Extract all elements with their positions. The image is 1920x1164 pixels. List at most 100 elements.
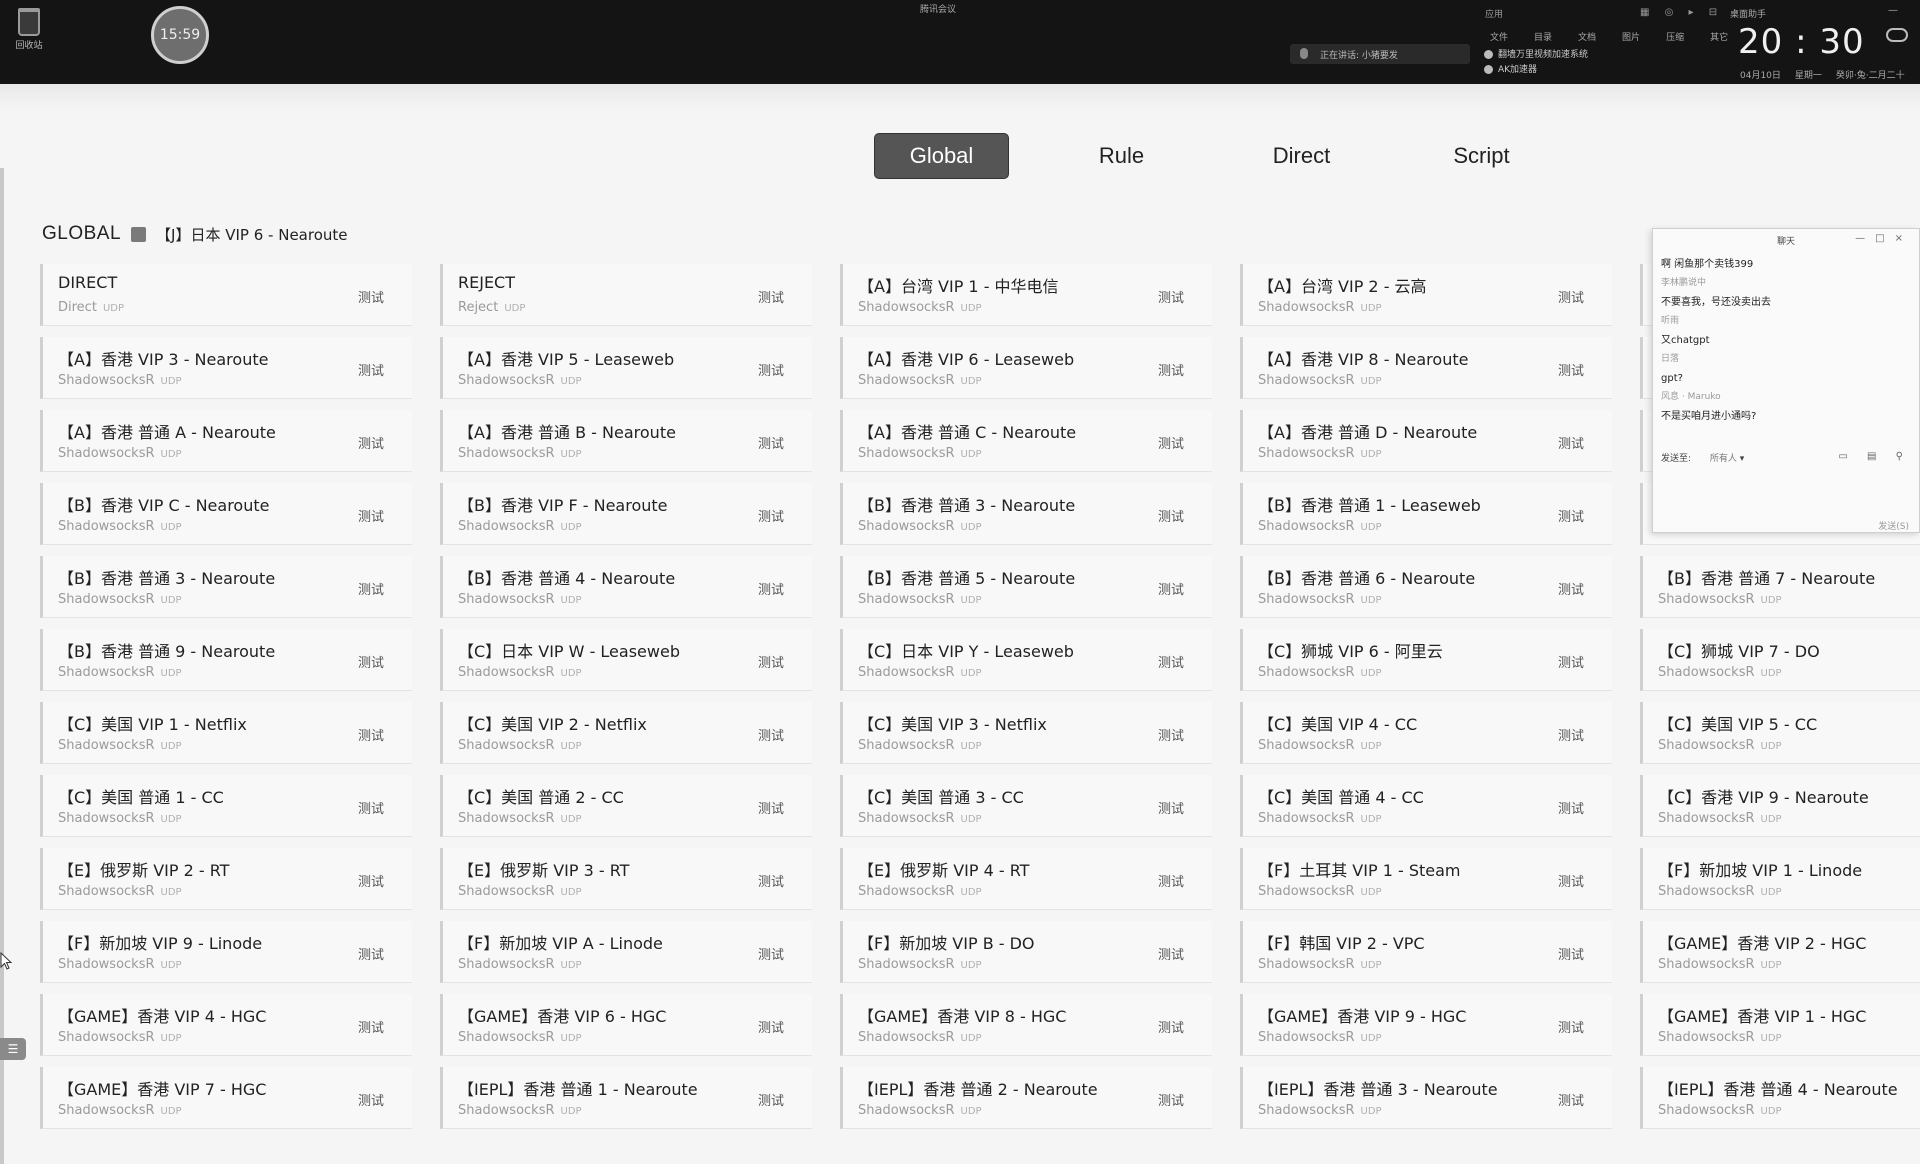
latency-test-button[interactable]: 测试 <box>1558 1017 1584 1036</box>
proxy-card[interactable]: 【A】香港 VIP 8 - Nearoute ShadowsocksR UDP 测试 <box>1240 337 1612 399</box>
latency-test-button[interactable]: 测试 <box>1158 944 1184 963</box>
proxy-card[interactable]: 【GAME】香港 VIP 7 - HGC ShadowsocksR UDP 测试 <box>40 1067 412 1129</box>
latency-test-button[interactable]: 测试 <box>1558 433 1584 452</box>
category-files[interactable]: 文件 <box>1490 30 1508 43</box>
latency-test-button[interactable]: 测试 <box>1158 360 1184 379</box>
latency-test-button[interactable]: 测试 <box>1158 871 1184 890</box>
proxy-card[interactable]: 【A】香港 VIP 3 - Nearoute ShadowsocksR UDP 测试 <box>40 337 412 399</box>
latency-test-button[interactable]: 测试 <box>1158 652 1184 671</box>
chat-tool-icons[interactable]: ▭ ▤ ⚲ <box>1838 451 1911 462</box>
proxy-card[interactable]: REJECT Reject UDP 测试 <box>440 264 812 326</box>
latency-test-button[interactable]: 测试 <box>358 652 384 671</box>
proxy-card[interactable]: 【B】香港 普通 3 - Nearoute ShadowsocksR UDP 测试 <box>40 556 412 618</box>
proxy-card[interactable]: 【GAME】香港 VIP 2 - HGC ShadowsocksR UDP <box>1640 921 1920 983</box>
latency-test-button[interactable]: 测试 <box>358 287 384 306</box>
latency-test-button[interactable]: 测试 <box>358 725 384 744</box>
latency-test-button[interactable]: 测试 <box>1558 871 1584 890</box>
latency-test-button[interactable]: 测试 <box>758 506 784 525</box>
tab-direct[interactable]: Direct <box>1234 133 1369 179</box>
latency-test-button[interactable]: 测试 <box>1158 433 1184 452</box>
proxy-card[interactable]: 【B】香港 普通 9 - Nearoute ShadowsocksR UDP 测试 <box>40 629 412 691</box>
proxy-card[interactable]: 【A】香港 普通 C - Nearoute ShadowsocksR UDP 测试 <box>840 410 1212 472</box>
latency-test-button[interactable]: 测试 <box>758 944 784 963</box>
latency-test-button[interactable]: 测试 <box>1558 944 1584 963</box>
proxy-card[interactable]: 【A】香港 VIP 5 - Leaseweb ShadowsocksR UDP 测试 <box>440 337 812 399</box>
proxy-card[interactable]: 【F】新加坡 VIP 1 - Linode ShadowsocksR UDP <box>1640 848 1920 910</box>
chat-window-controls[interactable]: —□× <box>1855 233 1913 244</box>
proxy-card[interactable]: 【E】俄罗斯 VIP 3 - RT ShadowsocksR UDP 测试 <box>440 848 812 910</box>
proxy-card[interactable]: 【A】香港 普通 D - Nearoute ShadowsocksR UDP 测试 <box>1240 410 1612 472</box>
category-documents[interactable]: 文档 <box>1578 30 1596 43</box>
latency-test-button[interactable]: 测试 <box>358 579 384 598</box>
latency-test-button[interactable]: 测试 <box>1558 579 1584 598</box>
proxy-card[interactable]: 【B】香港 VIP F - Nearoute ShadowsocksR UDP 测试 <box>440 483 812 545</box>
proxy-card[interactable]: 【GAME】香港 VIP 6 - HGC ShadowsocksR UDP 测试 <box>440 994 812 1056</box>
latency-test-button[interactable]: 测试 <box>1558 798 1584 817</box>
latency-test-button[interactable]: 测试 <box>1158 1017 1184 1036</box>
latency-test-button[interactable]: 测试 <box>358 433 384 452</box>
latency-test-button[interactable]: 测试 <box>758 360 784 379</box>
latency-test-button[interactable]: 测试 <box>758 652 784 671</box>
proxy-card[interactable]: 【B】香港 普通 1 - Leaseweb ShadowsocksR UDP 测试 <box>1240 483 1612 545</box>
latency-test-button[interactable]: 测试 <box>758 1017 784 1036</box>
latency-test-button[interactable]: 测试 <box>758 725 784 744</box>
latency-test-button[interactable]: 测试 <box>1558 287 1584 306</box>
proxy-card[interactable]: 【GAME】香港 VIP 4 - HGC ShadowsocksR UDP 测试 <box>40 994 412 1056</box>
latency-test-button[interactable]: 测试 <box>358 798 384 817</box>
proxy-card[interactable]: 【IEPL】香港 普通 2 - Nearoute ShadowsocksR UDP 测… <box>840 1067 1212 1129</box>
proxy-card[interactable]: 【A】台湾 VIP 1 - 中华电信 ShadowsocksR UDP 测试 <box>840 264 1212 326</box>
proxy-card[interactable]: 【F】新加坡 VIP B - DO ShadowsocksR UDP 测试 <box>840 921 1212 983</box>
proxy-card[interactable]: DIRECT Direct UDP 测试 <box>40 264 412 326</box>
latency-test-button[interactable]: 测试 <box>758 1090 784 1109</box>
latency-test-button[interactable]: 测试 <box>1558 1090 1584 1109</box>
latency-test-button[interactable]: 测试 <box>1558 360 1584 379</box>
proxy-card[interactable]: 【GAME】香港 VIP 1 - HGC ShadowsocksR UDP <box>1640 994 1920 1056</box>
proxy-card[interactable]: 【IEPL】香港 普通 1 - Nearoute ShadowsocksR UDP 测… <box>440 1067 812 1129</box>
proxy-card[interactable]: 【C】狮城 VIP 6 - 阿里云 ShadowsocksR UDP 测试 <box>1240 629 1612 691</box>
proxy-card[interactable]: 【B】香港 VIP C - Nearoute ShadowsocksR UDP 测试 <box>40 483 412 545</box>
latency-test-button[interactable]: 测试 <box>358 1090 384 1109</box>
proxy-card[interactable]: 【F】韩国 VIP 2 - VPC ShadowsocksR UDP 测试 <box>1240 921 1612 983</box>
proxy-card[interactable]: 【IEPL】香港 普通 4 - Nearoute ShadowsocksR UDP <box>1640 1067 1920 1129</box>
latency-test-button[interactable]: 测试 <box>1158 725 1184 744</box>
latency-test-button[interactable]: 测试 <box>1158 798 1184 817</box>
proxy-card[interactable]: 【B】香港 普通 4 - Nearoute ShadowsocksR UDP 测试 <box>440 556 812 618</box>
proxy-card[interactable]: 【F】土耳其 VIP 1 - Steam ShadowsocksR UDP 测试 <box>1240 848 1612 910</box>
proxy-card[interactable]: 【C】香港 VIP 9 - Nearoute ShadowsocksR UDP <box>1640 775 1920 837</box>
proxy-card[interactable]: 【C】美国 VIP 5 - CC ShadowsocksR UDP <box>1640 702 1920 764</box>
proxy-card[interactable]: 【A】台湾 VIP 2 - 云高 ShadowsocksR UDP 测试 <box>1240 264 1612 326</box>
latency-test-button[interactable]: 测试 <box>358 871 384 890</box>
weather-cloud-icon[interactable] <box>1886 28 1908 42</box>
category-others[interactable]: 其它 <box>1710 30 1728 43</box>
latency-test-button[interactable]: 测试 <box>1158 579 1184 598</box>
recycle-bin[interactable]: 回收站 <box>12 8 46 51</box>
category-images[interactable]: 图片 <box>1622 30 1640 43</box>
close-icon[interactable]: — <box>1888 5 1898 16</box>
latency-test-button[interactable]: 测试 <box>758 798 784 817</box>
proxy-card[interactable]: 【C】美国 普通 2 - CC ShadowsocksR UDP 测试 <box>440 775 812 837</box>
category-archives[interactable]: 压缩 <box>1666 30 1684 43</box>
proxy-card[interactable]: 【C】美国 普通 4 - CC ShadowsocksR UDP 测试 <box>1240 775 1612 837</box>
latency-test-button[interactable]: 测试 <box>1158 506 1184 525</box>
latency-test-button[interactable]: 测试 <box>1558 652 1584 671</box>
proxy-card[interactable]: 【E】俄罗斯 VIP 4 - RT ShadowsocksR UDP 测试 <box>840 848 1212 910</box>
tab-rule[interactable]: Rule <box>1054 133 1189 179</box>
proxy-card[interactable]: 【B】香港 普通 6 - Nearoute ShadowsocksR UDP 测试 <box>1240 556 1612 618</box>
proxy-card[interactable]: 【C】美国 普通 1 - CC ShadowsocksR UDP 测试 <box>40 775 412 837</box>
group-latency-icon[interactable] <box>131 226 147 242</box>
tab-global[interactable]: Global <box>874 133 1009 179</box>
latency-test-button[interactable]: 测试 <box>1558 506 1584 525</box>
side-menu-button[interactable]: ☰ <box>0 1038 26 1060</box>
proxy-card[interactable]: 【C】美国 VIP 4 - CC ShadowsocksR UDP 测试 <box>1240 702 1612 764</box>
proxy-card[interactable]: 【B】香港 普通 3 - Nearoute ShadowsocksR UDP 测试 <box>840 483 1212 545</box>
latency-test-button[interactable]: 测试 <box>758 287 784 306</box>
latency-test-button[interactable]: 测试 <box>358 1017 384 1036</box>
tab-script[interactable]: Script <box>1414 133 1549 179</box>
tray-note-accelerator[interactable]: AK加速器 <box>1484 63 1588 78</box>
chat-send-button[interactable]: 发送(S) <box>1878 519 1909 532</box>
latency-test-button[interactable]: 测试 <box>1158 287 1184 306</box>
proxy-card[interactable]: 【A】香港 普通 A - Nearoute ShadowsocksR UDP 测试 <box>40 410 412 472</box>
latency-test-button[interactable]: 测试 <box>758 579 784 598</box>
proxy-card[interactable]: 【F】新加坡 VIP A - Linode ShadowsocksR UDP 测试 <box>440 921 812 983</box>
tray-note-vpn[interactable]: 翻墙万里视频加速系统 <box>1484 48 1588 63</box>
